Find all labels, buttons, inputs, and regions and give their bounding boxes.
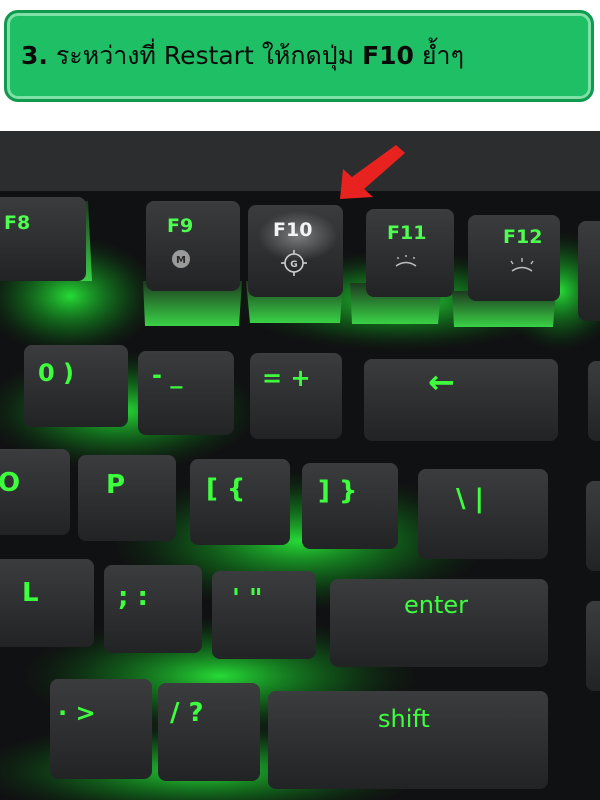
key-quote: ' " [212, 571, 316, 659]
key-f12-label: F12 [503, 226, 542, 248]
key-minus: - _ [138, 351, 234, 435]
key-f8: F8 [0, 197, 92, 281]
key-open-bracket-label: [ { [206, 474, 245, 504]
key-f10: F10 G [246, 205, 343, 323]
key-semicolon: ; : [104, 565, 202, 653]
keyboard-photo: F8 F9 M F10 G F11 F12 0) - _ = + ← O P … [0, 131, 600, 800]
step-banner: 3. ระหว่างที่ Restart ให้กดปุ่ม F10 ย้ำๆ [4, 10, 594, 102]
key-close-bracket-label: ] } [318, 476, 357, 506]
key-backspace: ← [364, 359, 558, 441]
key-p-label: P [106, 470, 125, 500]
key-f9: F9 M [143, 201, 242, 326]
key-equals: = + [250, 353, 342, 439]
key-period-label: · > [58, 699, 96, 727]
step-instruction: 3. ระหว่างที่ Restart ให้กดปุ่ม F10 ย้ำๆ [21, 36, 464, 76]
step-number: 3. [21, 41, 48, 70]
key-shift: shift [268, 691, 548, 789]
key-f9-label: F9 [167, 215, 193, 237]
key-f11-label: F11 [387, 222, 426, 244]
key-shift-label: shift [378, 705, 430, 733]
key-equals-label: = + [262, 364, 311, 392]
key-quote-label: ' " [232, 584, 263, 614]
key-open-bracket: [ { [190, 459, 290, 545]
gaming-mode-glyph: G [290, 260, 297, 270]
macro-m-glyph: M [176, 255, 186, 266]
key-f10-label: F10 [273, 219, 312, 241]
key-slash-label: / ? [170, 698, 204, 728]
key-backslash: \ | [418, 469, 548, 559]
key-close-bracket: ] } [302, 463, 398, 549]
instruction-text: ระหว่างที่ Restart ให้กดปุ่ม [55, 41, 355, 70]
key-o: O [0, 449, 70, 535]
key-slash: / ? [158, 683, 260, 781]
highlight-key: F10 [362, 41, 414, 70]
key-backslash-label: \ | [456, 484, 484, 514]
key-l: L [0, 559, 94, 647]
key-backspace-label: ← [428, 363, 455, 401]
key-minus-label: - _ [152, 361, 182, 389]
instruction-suffix: ย้ำๆ [421, 41, 465, 70]
key-p: P [78, 455, 176, 541]
key-enter: enter [330, 579, 548, 667]
key-enter-label: enter [404, 591, 468, 619]
key-f8-label: F8 [4, 212, 30, 234]
key-l-label: L [22, 578, 39, 608]
key-zero-label: 0 ) [38, 359, 74, 387]
key-zero-paren: 0 ) [24, 345, 128, 427]
key-period: · > [50, 679, 152, 779]
key-f12: F12 [452, 215, 560, 327]
key-semicolon-label: ; : [118, 582, 148, 612]
key-o-label: O [0, 468, 20, 498]
